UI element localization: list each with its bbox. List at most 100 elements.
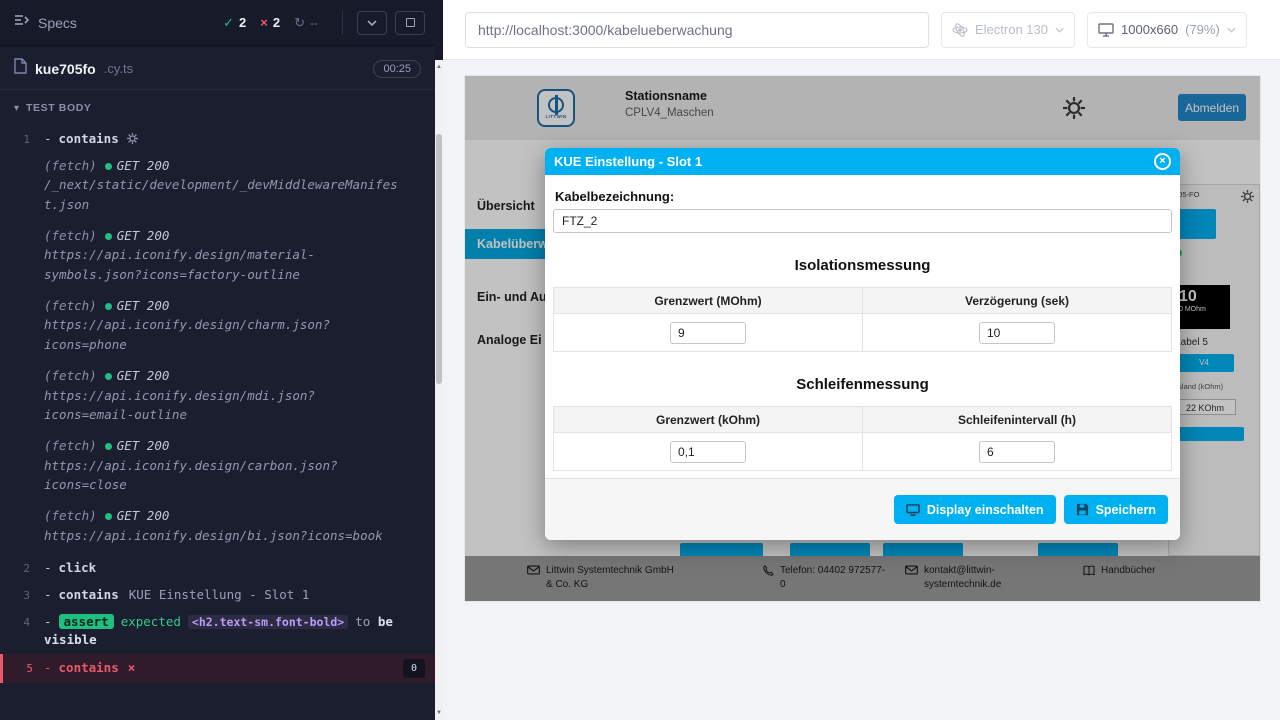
loop-intervall-input[interactable] bbox=[979, 441, 1055, 463]
spec-name[interactable]: kue705fo bbox=[35, 61, 96, 77]
viewport-size: 1000x660 bbox=[1121, 22, 1178, 37]
modal-body: Kabelbezeichnung: Isolationsmessung Gren… bbox=[545, 175, 1180, 471]
failed-command-row[interactable]: 5 -contains× 0 bbox=[0, 654, 435, 683]
refresh-icon: ↻ bbox=[294, 15, 305, 31]
iso-verzoegerung-cell bbox=[863, 314, 1172, 352]
close-icon[interactable]: × bbox=[1154, 153, 1171, 170]
command-log: 1 -contains (fetch)GET 200 /_next/static… bbox=[0, 122, 435, 683]
stop-tests-button[interactable] bbox=[395, 11, 425, 35]
assert-row[interactable]: 4 -assertexpected<h2.text-sm.font-bold>t… bbox=[0, 609, 435, 655]
spec-extension: .cy.ts bbox=[104, 61, 133, 76]
spec-file-icon bbox=[14, 58, 27, 79]
browser-name: Electron 130 bbox=[975, 22, 1048, 37]
specs-menu-icon[interactable] bbox=[14, 13, 30, 32]
passed-check-icon: ✓ bbox=[223, 15, 234, 31]
failure-x-icon: × bbox=[128, 659, 136, 678]
command-text: -contains bbox=[44, 130, 405, 150]
command-number: 1 bbox=[0, 130, 30, 149]
fetch-log-row[interactable]: (fetch) GET 200 https://api.iconify.desig… bbox=[0, 434, 435, 504]
status-dot-icon bbox=[105, 513, 112, 520]
scrollbar-track[interactable]: ▲ ▼ bbox=[435, 60, 443, 720]
kabelbezeichnung-input[interactable] bbox=[553, 209, 1172, 233]
cypress-reporter-panel: Specs ✓ 2 × 2 ↻ -- kue705fo bbox=[0, 0, 435, 720]
command-row[interactable]: 1 -contains bbox=[0, 126, 435, 154]
fetch-log-row[interactable]: (fetch)GET 200 https://api.iconify.desig… bbox=[0, 364, 435, 434]
fetch-status: GET 200 bbox=[117, 508, 170, 523]
fetch-log-row[interactable]: (fetch)GET 200 https://api.iconify.desig… bbox=[0, 224, 435, 294]
reporter-topbar: Specs ✓ 2 × 2 ↻ -- bbox=[0, 0, 435, 46]
fetch-status: GET 200 bbox=[117, 438, 170, 453]
aut-url-input[interactable] bbox=[465, 12, 929, 48]
fetch-status: GET 200 bbox=[117, 228, 170, 243]
command-argument: KUE Einstellung - Slot 1 bbox=[129, 587, 310, 602]
pending-stat: ↻ -- bbox=[294, 15, 318, 31]
isolation-heading: Isolationsmessung bbox=[553, 257, 1172, 274]
fetch-log-row[interactable]: (fetch) GET 200 https://api.iconify.desig… bbox=[0, 294, 435, 364]
command-number: 5 bbox=[3, 659, 33, 678]
kabel-label: Kabelbezeichnung: bbox=[555, 189, 1172, 204]
status-dot-icon bbox=[105, 303, 112, 310]
iso-verzoegerung-input[interactable] bbox=[979, 322, 1055, 344]
assert-badge: assert bbox=[59, 614, 114, 629]
schleifen-heading: Schleifenmessung bbox=[553, 376, 1172, 393]
isolation-table: Grenzwert (MOhm) Verzögerung (sek) bbox=[553, 287, 1172, 352]
spec-duration: 00:25 bbox=[373, 60, 421, 78]
monitor-icon bbox=[1098, 23, 1114, 37]
iso-grenzwert-input[interactable] bbox=[670, 322, 746, 344]
fetch-status: GET 200 bbox=[117, 368, 170, 383]
command-name: contains bbox=[59, 131, 119, 146]
command-dash: - bbox=[44, 587, 52, 602]
loop-grenzwert-cell bbox=[554, 433, 863, 471]
fetch-tag: (fetch) bbox=[44, 368, 97, 383]
speichern-button[interactable]: Speichern bbox=[1064, 495, 1168, 524]
iso-col-grenzwert: Grenzwert (MOhm) bbox=[554, 288, 863, 314]
save-floppy-icon bbox=[1076, 503, 1089, 516]
command-dash: - bbox=[44, 560, 52, 575]
fetch-url: https://api.iconify.design/carbon.json?i… bbox=[44, 456, 405, 495]
app-under-test: LITTWIN Stationsname CPLV4_Maschen Abmel… bbox=[465, 76, 1260, 601]
runner-toolbar: Electron 130 1000x660 (79%) bbox=[443, 0, 1280, 60]
test-body-section[interactable]: ▾ TEST BODY bbox=[0, 90, 435, 122]
command-number: 2 bbox=[0, 559, 30, 578]
fetch-tag: (fetch) bbox=[44, 298, 97, 313]
status-dot-icon bbox=[105, 373, 112, 380]
loop-grenzwert-input[interactable] bbox=[670, 441, 746, 463]
fetch-status: GET 200 bbox=[117, 298, 170, 313]
failed-count: 2 bbox=[273, 15, 280, 30]
fetch-log-row[interactable]: (fetch)GET 200 https://api.iconify.desig… bbox=[0, 504, 435, 555]
command-name: click bbox=[59, 560, 97, 575]
failed-stat: × 2 bbox=[260, 15, 280, 30]
fetch-tag: (fetch) bbox=[44, 508, 97, 523]
stop-icon bbox=[406, 18, 415, 27]
command-number: 4 bbox=[0, 613, 30, 632]
scroll-up-icon[interactable]: ▲ bbox=[435, 62, 443, 72]
loop-intervall-cell bbox=[863, 433, 1172, 471]
fetch-log-row[interactable]: (fetch)GET 200 /_next/static/development… bbox=[0, 154, 435, 224]
scrollbar-thumb[interactable] bbox=[436, 134, 442, 384]
monitor-icon bbox=[906, 504, 920, 516]
reporter-scrollbar: ▲ ▼ bbox=[435, 0, 443, 720]
iso-grenzwert-cell bbox=[554, 314, 863, 352]
browser-selector[interactable]: Electron 130 bbox=[941, 12, 1075, 48]
collapse-reporter-button[interactable] bbox=[357, 11, 387, 35]
command-row[interactable]: 3 -containsKUE Einstellung - Slot 1 bbox=[0, 582, 435, 609]
display-button-label: Display einschalten bbox=[927, 503, 1044, 517]
viewport-selector[interactable]: 1000x660 (79%) bbox=[1087, 12, 1247, 48]
fetch-status: GET 200 bbox=[117, 158, 170, 173]
fetch-tag: (fetch) bbox=[44, 438, 97, 453]
fetch-url: https://api.iconify.design/charm.json?ic… bbox=[44, 315, 405, 354]
display-einschalten-button[interactable]: Display einschalten bbox=[894, 495, 1056, 524]
command-dash: - bbox=[44, 131, 52, 146]
route-gear-icon bbox=[127, 132, 138, 147]
scroll-down-icon[interactable]: ▼ bbox=[435, 708, 443, 718]
match-count-badge: 0 bbox=[403, 659, 425, 678]
modal-footer: Display einschalten Speichern bbox=[545, 478, 1180, 540]
command-row[interactable]: 2 -click bbox=[0, 555, 435, 582]
section-label: TEST BODY bbox=[26, 102, 92, 114]
status-dot-icon bbox=[105, 233, 112, 240]
status-dot-icon bbox=[105, 163, 112, 170]
specs-label[interactable]: Specs bbox=[38, 15, 77, 31]
fetch-tag: (fetch) bbox=[44, 158, 97, 173]
assert-selector: <h2.text-sm.font-bold> bbox=[188, 615, 348, 629]
failed-x-icon: × bbox=[260, 15, 268, 30]
